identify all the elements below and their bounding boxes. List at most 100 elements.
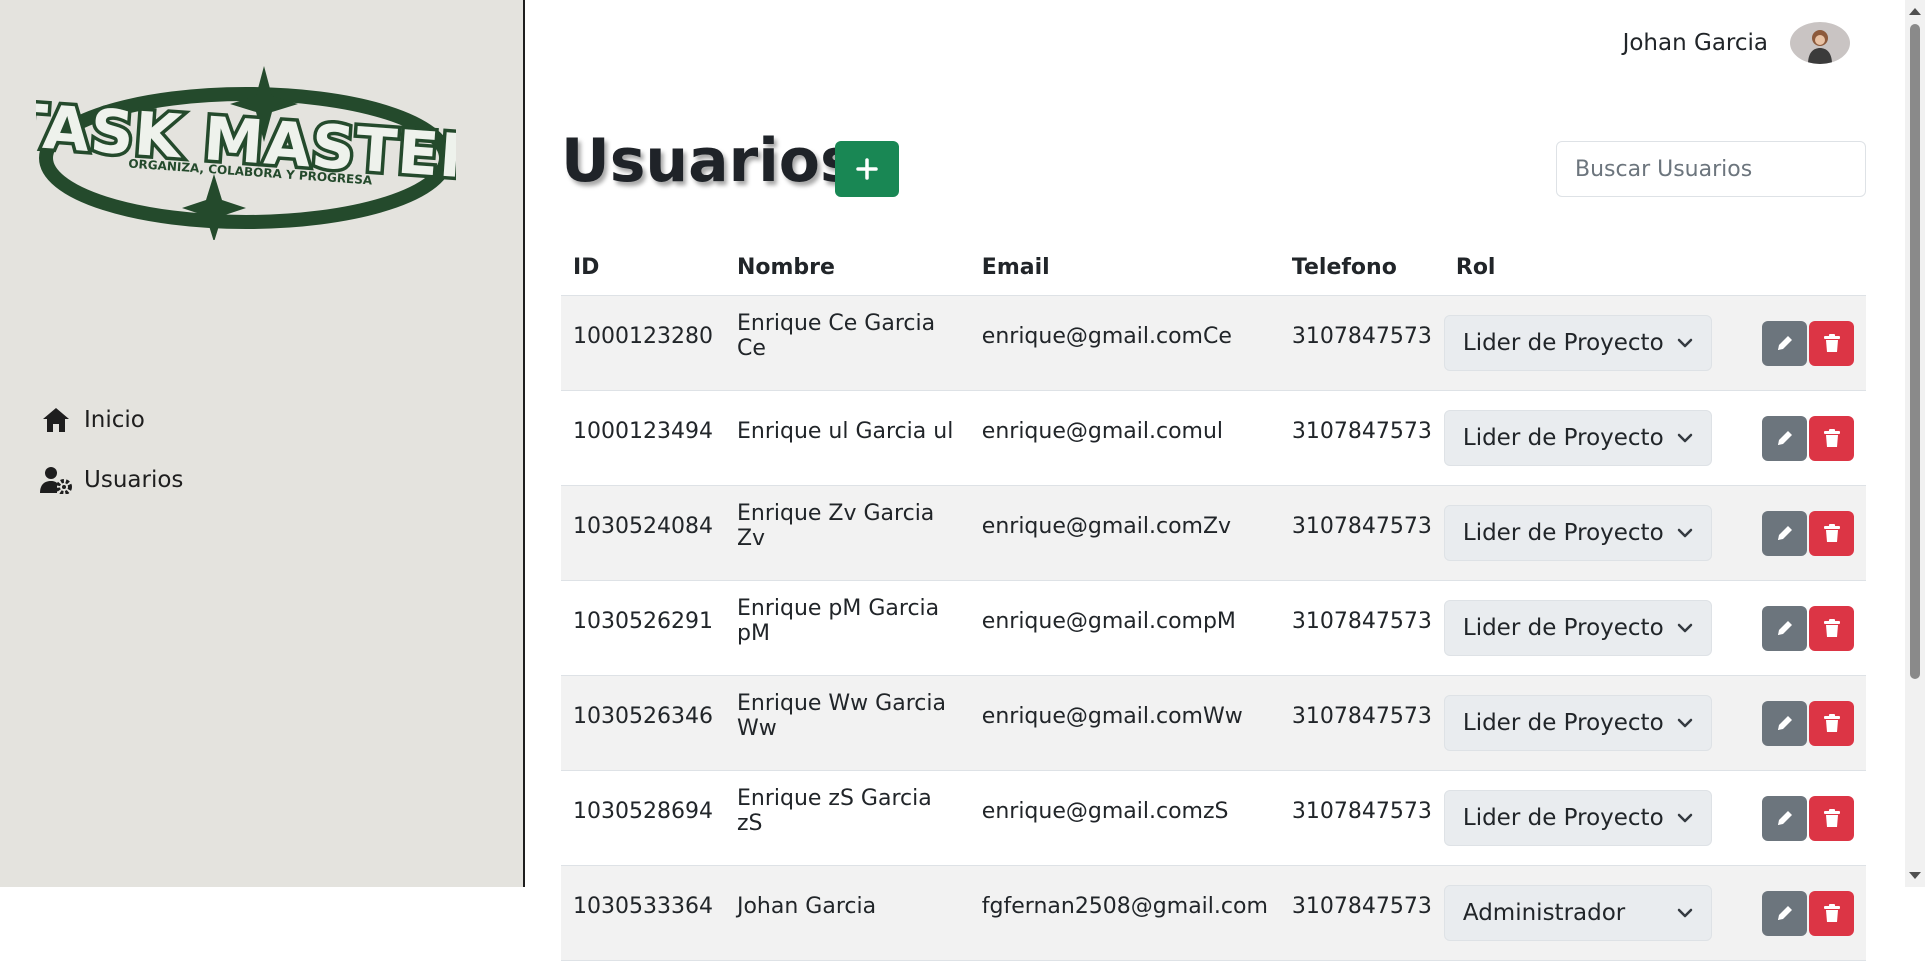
user-name: Johan Garcia [1622, 30, 1768, 56]
cell-rol: Lider de Proyecto [1443, 580, 1750, 676]
table-row: 1030528694 Enrique zS Garcia zS enrique@gm… [561, 770, 1866, 866]
add-user-button[interactable] [835, 141, 899, 197]
column-header-email: Email [969, 240, 1280, 296]
cell-nombre: Enrique zS Garcia zS [724, 770, 970, 866]
task-master-logo[interactable]: TASK MASTER ORGANIZA, COLABORA Y PROGRES… [36, 66, 456, 240]
cell-rol: Lider de Proyecto [1443, 390, 1750, 486]
pencil-icon [1777, 906, 1792, 920]
avatar[interactable] [1790, 22, 1850, 64]
chevron-down-icon [1677, 528, 1693, 538]
edit-user-button[interactable] [1762, 890, 1807, 936]
cell-actions [1750, 865, 1866, 961]
cell-rol: Administrador [1443, 865, 1750, 961]
role-select[interactable]: Lider de Proyecto [1443, 695, 1712, 751]
role-select[interactable]: Administrador [1443, 885, 1712, 941]
scroll-up-arrow-icon[interactable] [1909, 8, 1921, 15]
cell-email: enrique@gmail.comWw [969, 675, 1280, 771]
cell-email: enrique@gmail.comZv [969, 485, 1280, 581]
sidebar-item-label: Inicio [84, 407, 145, 433]
vertical-scrollbar[interactable] [1905, 0, 1925, 887]
cell-email: enrique@gmail.comzS [969, 770, 1280, 866]
pencil-icon [1777, 431, 1792, 445]
role-select-value: Lider de Proyecto [1462, 425, 1664, 451]
plus-icon [856, 158, 878, 180]
table-row: 1030524084 Enrique Zv Garcia Zv enrique@gm… [561, 485, 1866, 581]
cell-nombre: Enrique Zv Garcia Zv [724, 485, 970, 581]
delete-user-button[interactable] [1809, 890, 1854, 936]
sidebar-nav: Inicio Usuarios [40, 390, 183, 510]
pencil-icon [1777, 526, 1792, 540]
table-row: 1030533364 Johan Garcia fgfernan2508@gmail… [561, 865, 1866, 961]
column-header-id: ID [561, 240, 725, 296]
trash-icon [1823, 429, 1840, 447]
role-select-value: Lider de Proyecto [1462, 615, 1664, 641]
cell-email: enrique@gmail.comCe [969, 295, 1280, 391]
cell-rol: Lider de Proyecto [1443, 485, 1750, 581]
cell-nombre: Enrique Ww Garcia Ww [724, 675, 970, 771]
edit-user-button[interactable] [1762, 605, 1807, 651]
cell-id: 1030524084 [561, 485, 725, 581]
cell-nombre: Johan Garcia [724, 865, 970, 961]
edit-user-button[interactable] [1762, 320, 1807, 366]
sidebar-item-inicio[interactable]: Inicio [40, 390, 183, 450]
delete-user-button[interactable] [1809, 510, 1854, 556]
cell-id: 1030533364 [561, 865, 725, 961]
delete-user-button[interactable] [1809, 795, 1854, 841]
scrollbar-thumb[interactable] [1910, 24, 1920, 679]
pencil-icon [1777, 621, 1792, 635]
cell-actions [1750, 580, 1866, 676]
delete-user-button[interactable] [1809, 700, 1854, 746]
chevron-down-icon [1677, 338, 1693, 348]
role-select[interactable]: Lider de Proyecto [1443, 505, 1712, 561]
cell-rol: Lider de Proyecto [1443, 675, 1750, 771]
row-actions [1762, 415, 1854, 461]
role-select[interactable]: Lider de Proyecto [1443, 600, 1712, 656]
cell-nombre: Enrique ul Garcia ul [724, 390, 970, 486]
cell-actions [1750, 390, 1866, 486]
role-select-value: Lider de Proyecto [1462, 520, 1664, 546]
delete-user-button[interactable] [1809, 605, 1854, 651]
table-row: 1030526291 Enrique pM Garcia pM enrique@gm… [561, 580, 1866, 676]
sidebar: TASK MASTER ORGANIZA, COLABORA Y PROGRES… [0, 0, 525, 887]
delete-user-button[interactable] [1809, 415, 1854, 461]
row-actions [1762, 700, 1854, 746]
cell-telefono: 3107847573 [1279, 485, 1444, 581]
row-actions [1762, 890, 1854, 936]
row-actions [1762, 795, 1854, 841]
search-input[interactable] [1556, 141, 1866, 197]
trash-icon [1823, 524, 1840, 542]
cell-telefono: 3107847573 [1279, 580, 1444, 676]
page-title: Usuarios [561, 126, 856, 196]
cell-email: fgfernan2508@gmail.com [969, 865, 1280, 961]
delete-user-button[interactable] [1809, 320, 1854, 366]
column-header-telefono: Telefono [1279, 240, 1444, 296]
edit-user-button[interactable] [1762, 700, 1807, 746]
role-select-value: Administrador [1462, 900, 1626, 926]
table-row: 1030526346 Enrique Ww Garcia Ww enrique@gm… [561, 675, 1866, 771]
edit-user-button[interactable] [1762, 795, 1807, 841]
sidebar-item-usuarios[interactable]: Usuarios [40, 450, 183, 510]
role-select[interactable]: Lider de Proyecto [1443, 315, 1712, 371]
edit-user-button[interactable] [1762, 415, 1807, 461]
cell-email: enrique@gmail.compM [969, 580, 1280, 676]
cell-id: 1000123494 [561, 390, 725, 486]
users-table: ID Nombre Email Telefono Rol 1000123280 E… [561, 240, 1866, 961]
main-content: Johan Garcia Usuarios ID Nombre Email Te… [525, 0, 1905, 961]
table-header-row: ID Nombre Email Telefono Rol [561, 240, 1866, 296]
role-select[interactable]: Lider de Proyecto [1443, 790, 1712, 846]
trash-icon [1823, 714, 1840, 732]
cell-nombre: Enrique pM Garcia pM [724, 580, 970, 676]
role-select[interactable]: Lider de Proyecto [1443, 410, 1712, 466]
cell-id: 1030526346 [561, 675, 725, 771]
edit-user-button[interactable] [1762, 510, 1807, 556]
cell-nombre: Enrique Ce Garcia Ce [724, 295, 970, 391]
row-actions [1762, 510, 1854, 556]
user-menu[interactable]: Johan Garcia [1623, 22, 1850, 64]
role-select-value: Lider de Proyecto [1462, 805, 1664, 831]
scroll-down-arrow-icon[interactable] [1909, 872, 1921, 879]
cell-telefono: 3107847573 [1279, 390, 1444, 486]
cell-telefono: 3107847573 [1279, 295, 1444, 391]
chevron-down-icon [1677, 623, 1693, 633]
cell-id: 1030528694 [561, 770, 725, 866]
home-icon [40, 404, 72, 436]
